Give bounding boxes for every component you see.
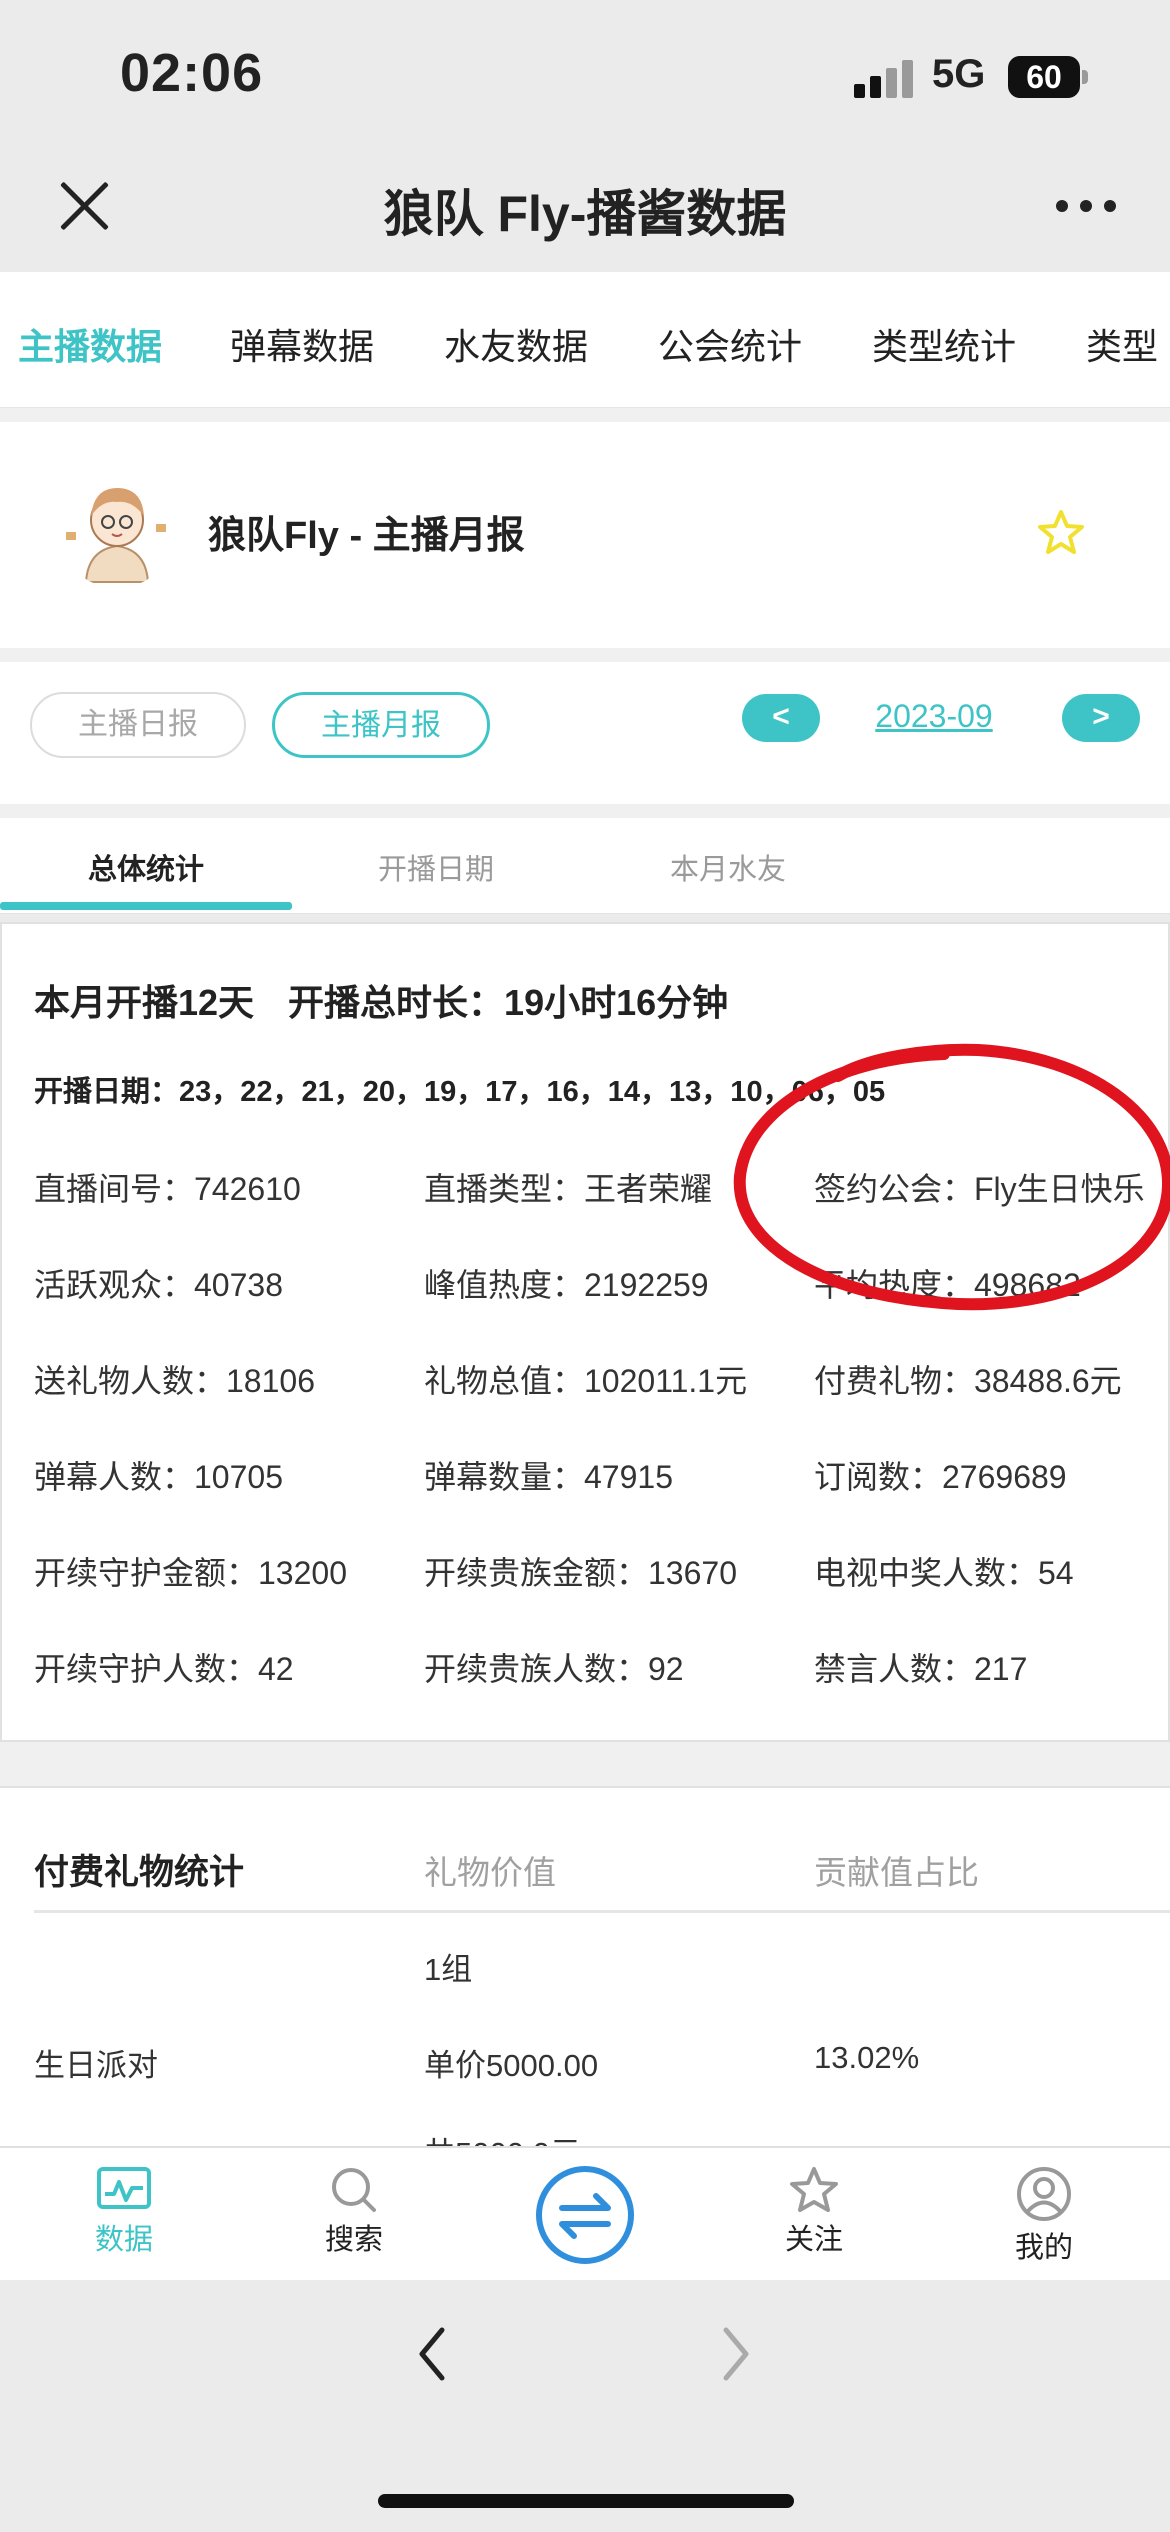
status-time: 02:06 [120, 43, 264, 103]
active-tab-indicator [0, 902, 292, 910]
section-gap [0, 804, 1170, 818]
tab-type-more[interactable]: 类型 [1086, 318, 1158, 370]
gift-share: 13.02% [814, 2040, 920, 2075]
live-type: 直播类型：王者荣耀 [424, 1171, 713, 1207]
nav-follow-label: 关注 [784, 2224, 843, 2256]
network-label: 5G [932, 52, 986, 96]
month-selector[interactable]: 2023-09 [864, 698, 1004, 735]
section-gap [0, 1742, 1170, 1786]
muted-count: 禁言人数：217 [814, 1651, 1028, 1687]
battery-tip [1082, 70, 1088, 84]
section-gap [0, 408, 1170, 422]
tab-guild-stats[interactable]: 公会统计 [658, 318, 802, 370]
tab-type-stats[interactable]: 类型统计 [872, 318, 1016, 370]
broadcast-days: 本月开播12天 [34, 982, 255, 1023]
signal-icon [854, 60, 916, 98]
active-viewers: 活跃观众：40738 [34, 1267, 283, 1303]
switch-icon [536, 2166, 634, 2264]
tab-broadcast-dates[interactable]: 开播日期 [378, 846, 494, 888]
user-icon [1017, 2167, 1071, 2221]
broadcast-duration: 开播总时长：19小时16分钟 [288, 982, 729, 1023]
paid-gift-stats-panel [0, 1786, 1170, 2146]
chart-icon [97, 2167, 151, 2209]
tab-overall-stats[interactable]: 总体统计 [88, 846, 204, 888]
header-divider [34, 1910, 1170, 1913]
subscriptions: 订阅数：2769689 [814, 1459, 1067, 1495]
noble-count: 开续贵族人数：92 [424, 1651, 684, 1687]
monthly-report-button[interactable]: 主播月报 [272, 692, 490, 758]
section-gap [0, 648, 1170, 662]
top-tab-bar: 主播数据 弹幕数据 水友数据 公会统计 类型统计 类型 [0, 272, 1170, 408]
nav-follow[interactable]: 关注 [754, 2166, 874, 2258]
more-icon[interactable] [1056, 200, 1116, 216]
switch-button[interactable] [534, 2164, 636, 2266]
sub-tab-bar: 总体统计 开播日期 本月水友 [0, 818, 1170, 914]
forward-icon[interactable] [716, 2322, 756, 2386]
gift-value-header: 礼物价值 [424, 1854, 556, 1891]
star-icon[interactable] [1036, 508, 1086, 558]
gift-senders: 送礼物人数：18106 [34, 1363, 315, 1399]
close-icon[interactable] [56, 178, 112, 234]
next-month-button[interactable]: > [1062, 694, 1140, 742]
tab-danmaku-data[interactable]: 弹幕数据 [230, 318, 374, 370]
room-id: 直播间号：742610 [34, 1171, 301, 1207]
paid-gifts: 付费礼物：38488.6元 [814, 1363, 1122, 1399]
battery-icon: 60 [1008, 56, 1080, 98]
tab-anchor-data[interactable]: 主播数据 [18, 318, 162, 370]
gift-count: 1组 [424, 1952, 473, 1987]
page-title: 狼队 Fly-播酱数据 [383, 186, 787, 242]
noble-amount: 开续贵族金额：13670 [424, 1555, 737, 1591]
profile-name: 狼队Fly - 主播月报 [208, 515, 525, 557]
guard-amount: 开续守护金额：13200 [34, 1555, 347, 1591]
star-icon [790, 2167, 838, 2212]
tab-month-fans[interactable]: 本月水友 [670, 846, 786, 888]
nav-data-label: 数据 [94, 2224, 153, 2256]
gift-unit-price: 单价5000.00 [424, 2048, 599, 2083]
gift-name: 生日派对 [34, 2048, 158, 2083]
prev-month-button[interactable]: < [742, 694, 820, 742]
guard-count: 开续守护人数：42 [34, 1651, 294, 1687]
gift-total: 礼物总值：102011.1元 [424, 1363, 748, 1399]
daily-report-button[interactable]: 主播日报 [30, 692, 246, 758]
nav-profile-label: 我的 [1014, 2232, 1073, 2264]
tab-fan-data[interactable]: 水友数据 [444, 318, 588, 370]
peak-heat: 峰值热度：2192259 [424, 1267, 709, 1303]
nav-profile[interactable]: 我的 [984, 2166, 1104, 2266]
stats-summary: 本月开播12天 开播总时长：19小时16分钟 [34, 974, 728, 1026]
nav-data[interactable]: 数据 [64, 2166, 184, 2258]
home-indicator [378, 2494, 794, 2508]
red-annotation-circle [718, 1036, 1170, 1326]
tv-winners: 电视中奖人数：54 [814, 1555, 1074, 1591]
nav-search[interactable]: 搜索 [294, 2166, 414, 2258]
avatar[interactable] [58, 470, 176, 588]
danmaku-count: 弹幕数量：47915 [424, 1459, 673, 1495]
back-icon[interactable] [412, 2322, 452, 2386]
danmaku-users: 弹幕人数：10705 [34, 1459, 283, 1495]
gift-share-header: 贡献值占比 [814, 1854, 979, 1891]
search-icon [332, 2168, 376, 2212]
nav-search-label: 搜索 [324, 2224, 383, 2256]
gift-stats-title: 付费礼物统计 [34, 1853, 245, 1892]
